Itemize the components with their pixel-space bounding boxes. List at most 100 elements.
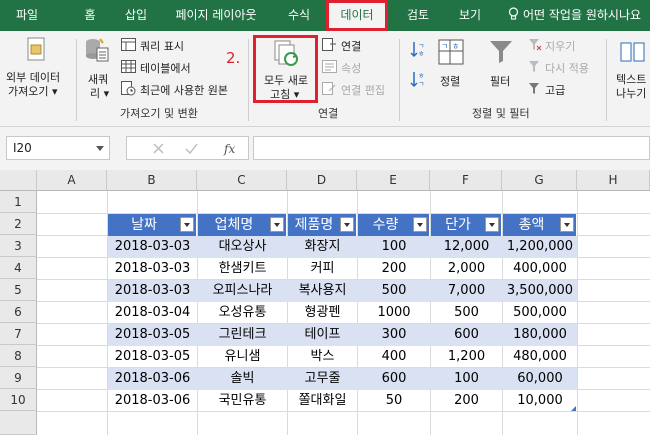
- cell-unit-price[interactable]: 7,000: [431, 280, 502, 302]
- filter-dropdown-icon[interactable]: [180, 217, 194, 232]
- enter-icon[interactable]: [185, 143, 198, 154]
- cell-quantity[interactable]: 600: [358, 368, 430, 390]
- cell-quantity[interactable]: 300: [358, 324, 430, 346]
- cell-total[interactable]: 10,000: [503, 390, 577, 412]
- row-header-9[interactable]: 9: [0, 367, 37, 389]
- cell-company[interactable]: 대오상사: [198, 236, 287, 258]
- row-header-3[interactable]: 3: [0, 235, 37, 257]
- filter-dropdown-icon[interactable]: [413, 217, 427, 232]
- row-header-8[interactable]: 8: [0, 345, 37, 367]
- cell-total[interactable]: 500,000: [503, 302, 577, 324]
- filter-dropdown-icon[interactable]: [485, 217, 499, 232]
- row-header-10[interactable]: 10: [0, 389, 37, 411]
- cell-date[interactable]: 2018-03-05: [108, 346, 197, 368]
- cell-company[interactable]: 그린테크: [198, 324, 287, 346]
- cell-unit-price[interactable]: 600: [431, 324, 502, 346]
- cell-company[interactable]: 국민유통: [198, 390, 287, 412]
- tab-data[interactable]: 데이터: [326, 0, 388, 31]
- column-header-h[interactable]: H: [577, 170, 650, 191]
- cell-total[interactable]: 60,000: [503, 368, 577, 390]
- cell-product[interactable]: 커피: [288, 258, 357, 280]
- cell-quantity[interactable]: 400: [358, 346, 430, 368]
- row-header-1[interactable]: 1: [0, 191, 37, 213]
- row-header-6[interactable]: 6: [0, 301, 37, 323]
- cell-total[interactable]: 480,000: [503, 346, 577, 368]
- filter-dropdown-icon[interactable]: [340, 217, 354, 232]
- tell-me-box[interactable]: 어떤 작업을 원하시나요: [508, 0, 641, 31]
- cell-unit-price[interactable]: 500: [431, 302, 502, 324]
- formula-input[interactable]: [253, 136, 650, 160]
- cell-unit-price[interactable]: 12,000: [431, 236, 502, 258]
- cell-date[interactable]: 2018-03-03: [108, 236, 197, 258]
- cell-company[interactable]: 오피스나라: [198, 280, 287, 302]
- column-header-c[interactable]: C: [197, 170, 287, 191]
- cell-product[interactable]: 박스: [288, 346, 357, 368]
- cell-product[interactable]: 고무줄: [288, 368, 357, 390]
- cell-total[interactable]: 400,000: [503, 258, 577, 280]
- svg-text:ㄱ: ㄱ: [418, 42, 424, 50]
- table-resize-handle-icon[interactable]: [571, 406, 576, 411]
- refresh-all-button[interactable]: 모두 새로 고침 ▾: [253, 35, 318, 103]
- cell-total[interactable]: 1,200,000: [503, 236, 577, 258]
- row-header-4[interactable]: 4: [0, 257, 37, 279]
- tab-review[interactable]: 검토: [396, 0, 440, 31]
- cell-product[interactable]: 화장지: [288, 236, 357, 258]
- row-header-5[interactable]: 5: [0, 279, 37, 301]
- cell-unit-price[interactable]: 1,200: [431, 346, 502, 368]
- cell-unit-price[interactable]: 200: [431, 390, 502, 412]
- cell-date[interactable]: 2018-03-04: [108, 302, 197, 324]
- tab-file[interactable]: 파일: [0, 0, 54, 31]
- insert-function-icon[interactable]: fx: [223, 141, 237, 156]
- gridline: [577, 191, 578, 435]
- cell-quantity[interactable]: 200: [358, 258, 430, 280]
- cell-quantity[interactable]: 100: [358, 236, 430, 258]
- cell-company[interactable]: 솔빅: [198, 368, 287, 390]
- show-queries-icon: [121, 38, 136, 51]
- tab-page-layout[interactable]: 페이지 레이아웃: [164, 0, 268, 31]
- cell-quantity[interactable]: 1000: [358, 302, 430, 324]
- cell-quantity[interactable]: 500: [358, 280, 430, 302]
- cell-quantity[interactable]: 50: [358, 390, 430, 412]
- tab-home[interactable]: 홈: [70, 0, 110, 31]
- cell-unit-price[interactable]: 2,000: [431, 258, 502, 280]
- column-header-b[interactable]: B: [107, 170, 197, 191]
- name-box-dropdown-icon[interactable]: [96, 146, 104, 151]
- cell-total[interactable]: 3,500,000: [503, 280, 577, 302]
- cell-date[interactable]: 2018-03-03: [108, 258, 197, 280]
- filter-dropdown-icon[interactable]: [270, 217, 284, 232]
- cell-company[interactable]: 유니샘: [198, 346, 287, 368]
- cell-product[interactable]: 테이프: [288, 324, 357, 346]
- row-header-7[interactable]: 7: [0, 323, 37, 345]
- cell-unit-price[interactable]: 100: [431, 368, 502, 390]
- reapply-label: 다시 적용: [545, 62, 589, 75]
- column-header-e[interactable]: E: [357, 170, 430, 191]
- advanced-filter-label: 고급: [545, 84, 566, 97]
- cell-date[interactable]: 2018-03-06: [108, 390, 197, 412]
- row-header-2[interactable]: 2: [0, 213, 37, 235]
- tab-insert[interactable]: 삽입: [112, 0, 160, 31]
- cancel-icon[interactable]: [153, 143, 164, 154]
- column-header-g[interactable]: G: [502, 170, 577, 191]
- filter-dropdown-icon[interactable]: [560, 217, 574, 232]
- cell-product[interactable]: 형광펜: [288, 302, 357, 324]
- column-header-d[interactable]: D: [287, 170, 357, 191]
- clear-filter-label: 지우기: [545, 40, 576, 53]
- cell-date[interactable]: 2018-03-03: [108, 280, 197, 302]
- cell-total[interactable]: 180,000: [503, 324, 577, 346]
- column-header-a[interactable]: A: [37, 170, 107, 191]
- select-all-corner[interactable]: [0, 170, 37, 191]
- tab-formulas[interactable]: 수식: [276, 0, 322, 31]
- worksheet-grid[interactable]: A B C D E F G H 1 2 3 4 5 6 7 8 9 10 날짜 …: [0, 170, 650, 435]
- name-box[interactable]: I20: [6, 136, 110, 160]
- cell-product[interactable]: 쫄대화일: [288, 390, 357, 412]
- group-connections: 연결: [318, 107, 339, 120]
- cell-date[interactable]: 2018-03-06: [108, 368, 197, 390]
- tab-view[interactable]: 보기: [448, 0, 492, 31]
- cell-company[interactable]: 오성유통: [198, 302, 287, 324]
- cell-date[interactable]: 2018-03-05: [108, 324, 197, 346]
- ribbon-separator: [76, 39, 77, 121]
- cell-company[interactable]: 한샘키트: [198, 258, 287, 280]
- column-header-f[interactable]: F: [430, 170, 502, 191]
- cell-product[interactable]: 복사용지: [288, 280, 357, 302]
- properties-icon: [322, 60, 337, 73]
